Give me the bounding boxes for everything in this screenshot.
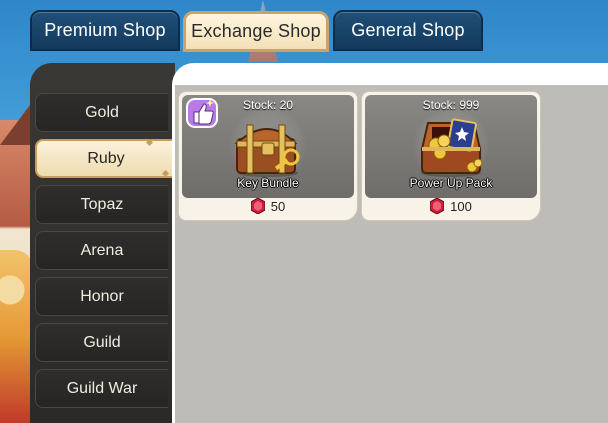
sparkle-icon xyxy=(161,169,170,178)
item-price: 50 xyxy=(179,195,357,217)
treasure-chest-icon xyxy=(234,124,300,177)
category-gold[interactable]: Gold xyxy=(35,93,168,132)
category-label: Gold xyxy=(85,103,119,121)
power-up-chest-icon xyxy=(420,118,483,177)
ruby-icon xyxy=(430,198,445,214)
tab-label: Premium Shop xyxy=(44,20,166,40)
category-guild-war[interactable]: Guild War xyxy=(35,369,168,408)
shop-item-card[interactable]: Stock: 20 Key Bundle 50 xyxy=(178,91,358,221)
sparkle-icon xyxy=(145,138,154,147)
tab-exchange-shop[interactable]: Exchange Shop xyxy=(183,11,329,52)
tab-general-shop[interactable]: General Shop xyxy=(333,10,483,51)
category-label: Arena xyxy=(80,241,124,259)
category-topaz[interactable]: Topaz xyxy=(35,185,168,224)
item-name: Key Bundle xyxy=(237,176,299,190)
category-label: Ruby xyxy=(87,149,125,167)
tab-label: General Shop xyxy=(351,20,465,40)
category-label: Honor xyxy=(80,287,124,305)
price-value: 50 xyxy=(270,198,286,214)
category-label: Topaz xyxy=(80,195,124,213)
item-stock: Stock: 999 xyxy=(422,98,480,112)
tab-premium-shop[interactable]: Premium Shop xyxy=(30,10,180,51)
category-arena[interactable]: Arena xyxy=(35,231,168,270)
category-label: Guild xyxy=(83,333,121,351)
category-honor[interactable]: Honor xyxy=(35,277,168,316)
ruby-icon xyxy=(250,198,265,214)
category-guild[interactable]: Guild xyxy=(35,323,168,362)
thumbs-up-icon xyxy=(186,98,218,128)
item-price: 100 xyxy=(362,195,540,217)
item-name: Power Up Pack xyxy=(409,176,493,190)
background-character xyxy=(0,250,34,423)
tab-label: Exchange Shop xyxy=(191,21,321,41)
price-value: 100 xyxy=(450,198,472,214)
shop-item-card[interactable]: Stock: 999 Power Up Pack 100 xyxy=(361,91,541,221)
category-label: Guild War xyxy=(66,379,138,397)
item-image-frame: Stock: 999 Power Up Pack xyxy=(365,95,537,198)
category-ruby[interactable]: Ruby xyxy=(35,138,175,178)
